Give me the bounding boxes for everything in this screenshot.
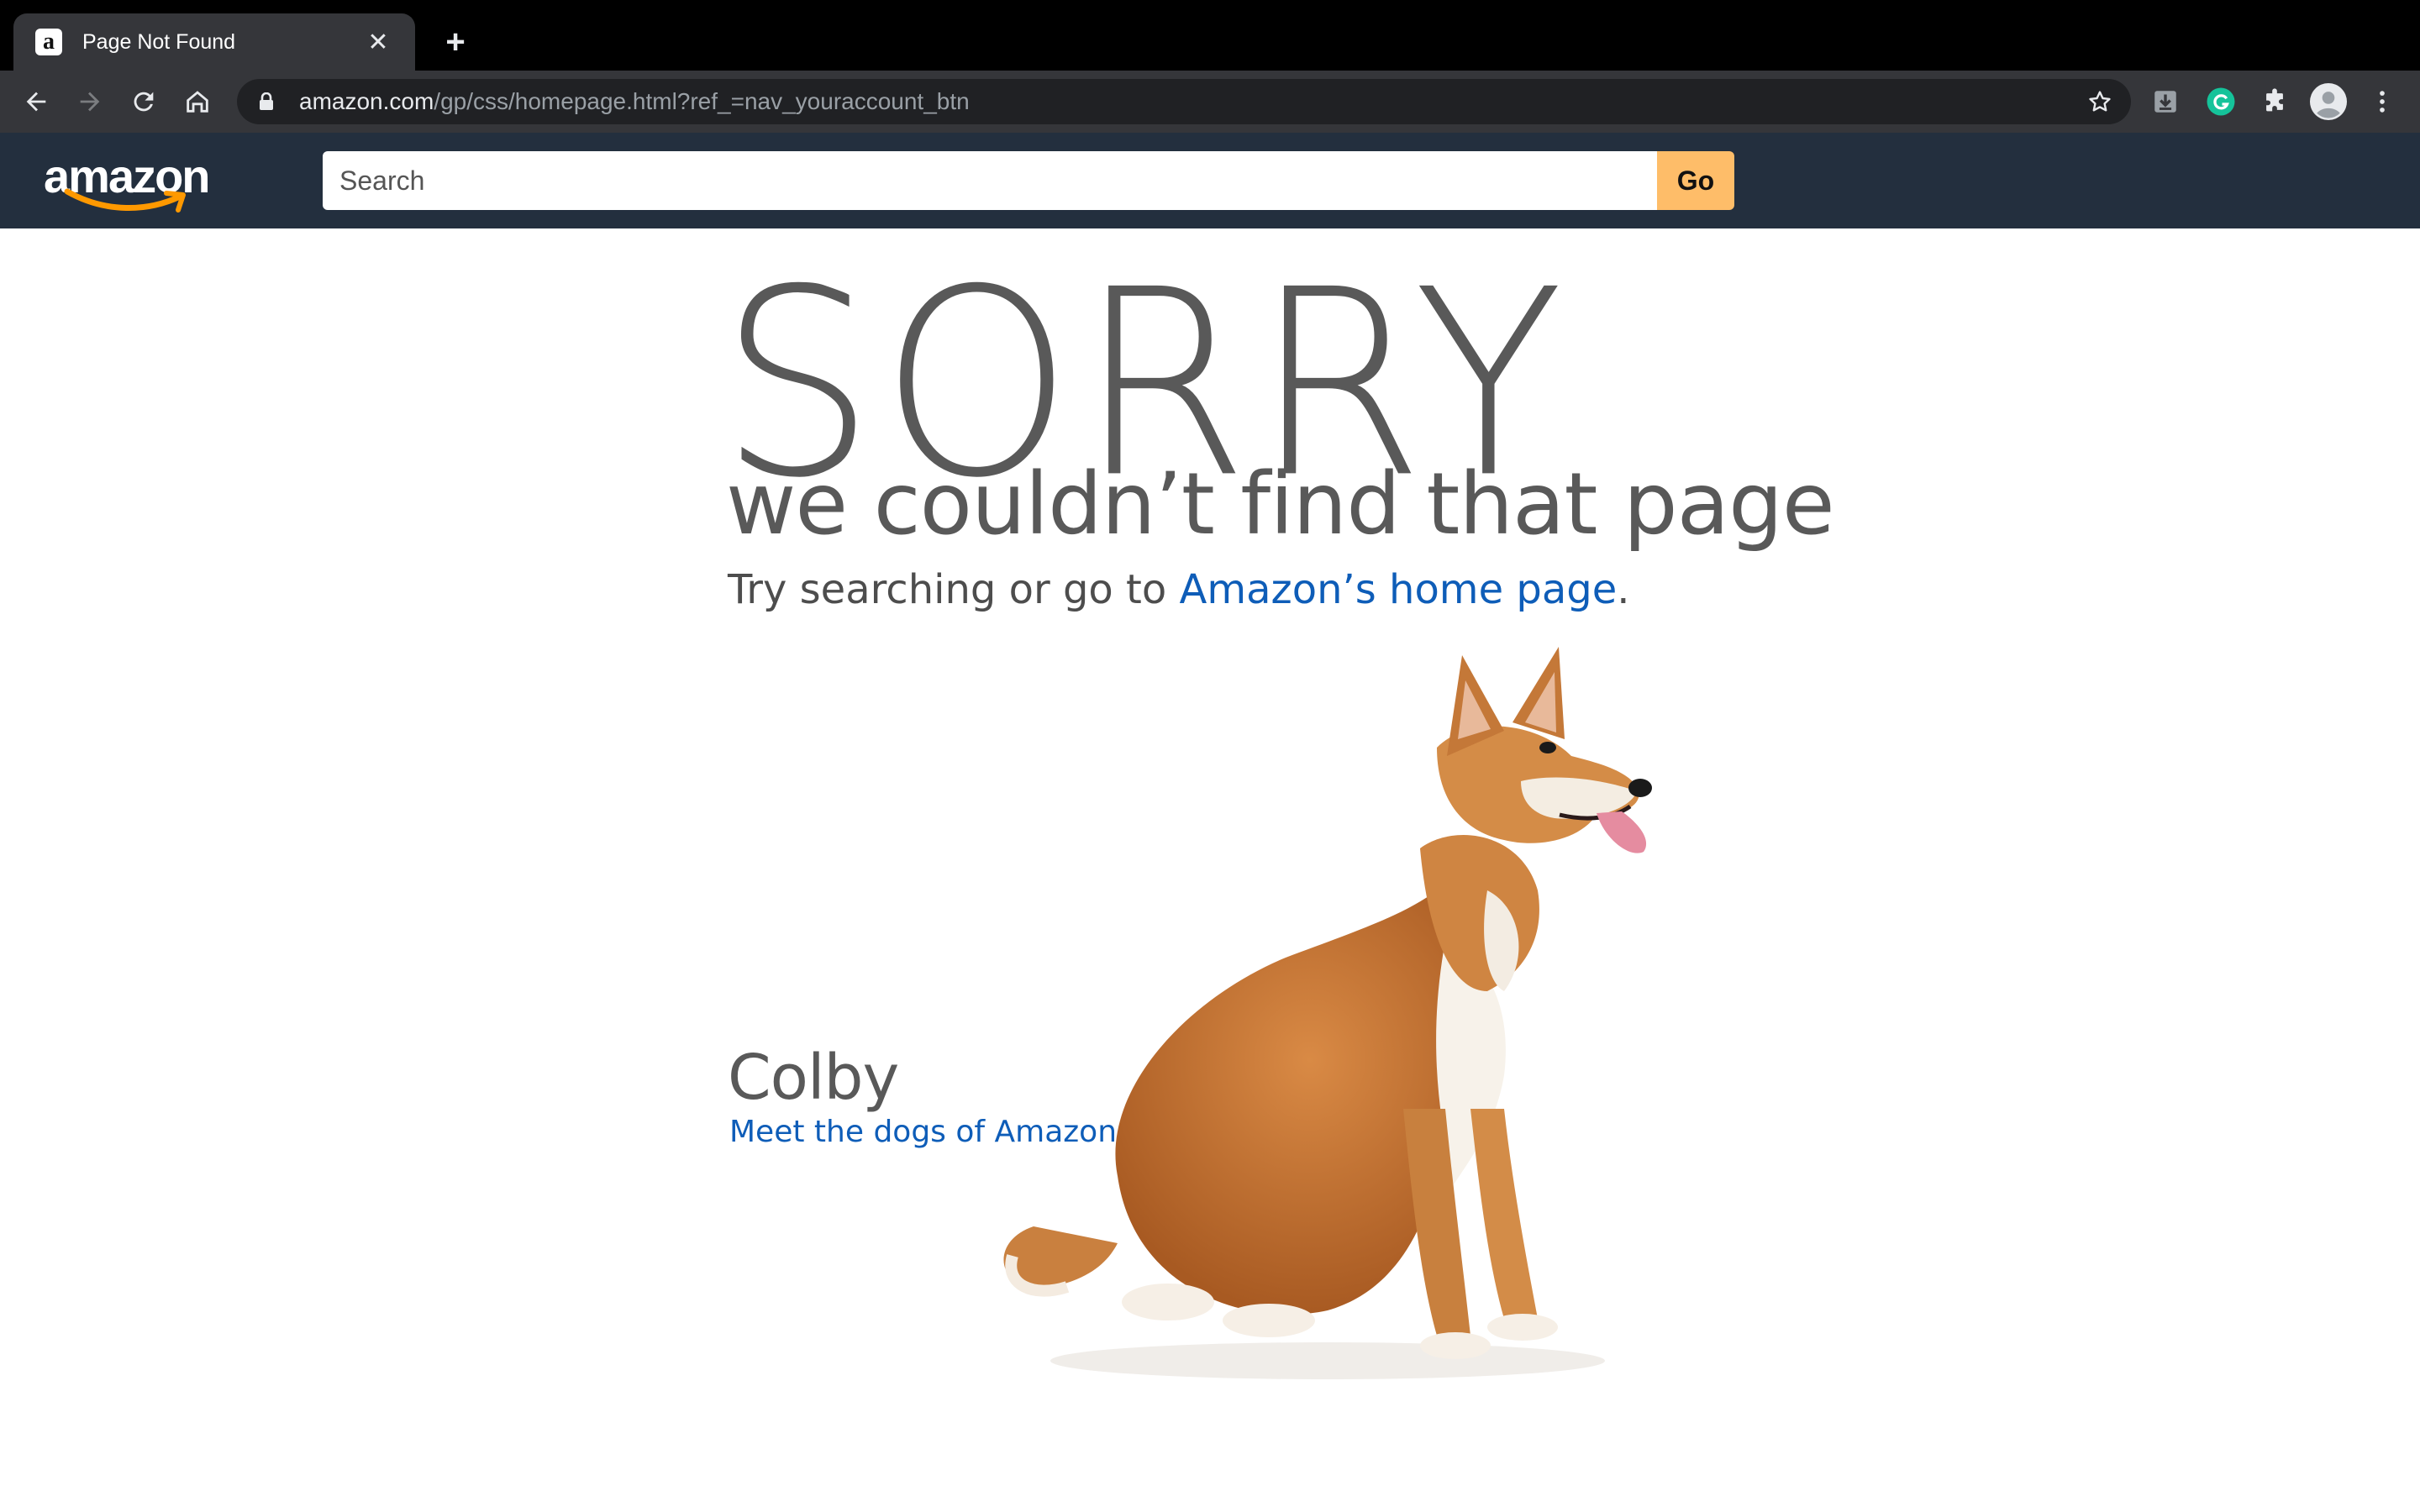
browser-tab-strip: a Page Not Found ✕ + [0,0,2420,71]
back-button[interactable] [13,79,59,124]
home-page-link[interactable]: Amazon’s home page [1180,566,1618,613]
lock-icon [259,91,277,113]
try-prefix: Try searching or go to [728,566,1180,613]
dog-name: Colby [728,1042,899,1114]
bookmark-star-icon[interactable] [2084,86,2116,118]
reload-icon [134,92,154,112]
grammarly-extension-icon[interactable] [2200,81,2242,123]
amazon-smile-icon [64,188,186,213]
browser-tab-active[interactable]: a Page Not Found ✕ [13,13,415,71]
amazon-nav-bar: amazon Go [0,133,2420,228]
go-button[interactable]: Go [1657,151,1734,210]
search-input[interactable] [323,151,1659,210]
url-host: amazon.com [299,88,434,114]
extensions-puzzle-icon[interactable] [2254,81,2296,123]
browser-toolbar: amazon.com/gp/css/homepage.html?ref_=nav… [0,71,2420,133]
close-tab-icon[interactable]: ✕ [363,27,393,57]
download-extension-icon[interactable] [2144,81,2186,123]
arrow-left-icon [26,92,46,112]
arrow-right-icon [80,92,100,112]
reload-button[interactable] [121,79,166,124]
try-searching-text: Try searching or go to Amazon’s home pag… [728,570,1630,610]
address-bar[interactable]: amazon.com/gp/css/homepage.html?ref_=nav… [237,79,2131,124]
address-url: amazon.com/gp/css/homepage.html?ref_=nav… [299,88,970,115]
amazon-logo[interactable]: amazon [44,151,212,213]
forward-button[interactable] [67,79,113,124]
meet-dogs-link[interactable]: Meet the dogs of Amazon [729,1117,1117,1147]
url-path: /gp/css/homepage.html?ref_=nav_youraccou… [434,88,970,114]
not-found-subheadline: we couldn’t find that page [726,454,1835,554]
home-icon [187,91,208,113]
amazon-favicon-icon: a [35,29,62,55]
try-suffix: . [1617,566,1630,613]
dog-photo [1003,647,1652,1379]
home-button[interactable] [175,79,220,124]
profile-avatar-icon[interactable] [2307,81,2349,123]
tab-title: Page Not Found [82,29,236,54]
new-tab-button[interactable]: + [437,24,474,60]
browser-menu-icon[interactable] [2361,81,2403,123]
